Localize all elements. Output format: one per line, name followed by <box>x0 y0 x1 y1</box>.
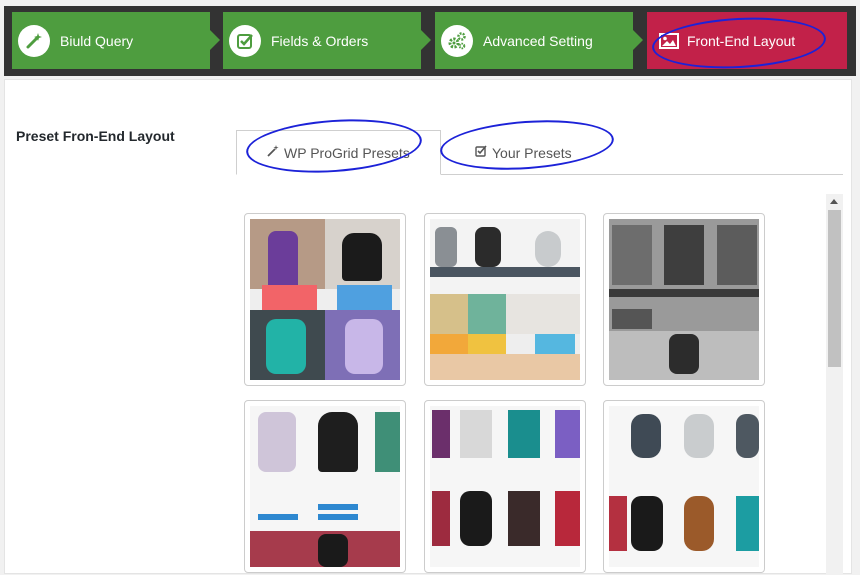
image-icon <box>659 32 679 49</box>
preset-card[interactable] <box>424 213 586 386</box>
step-label: Advanced Setting <box>483 32 593 49</box>
step-label: Front-End Layout <box>687 32 796 49</box>
step-front-end-layout[interactable]: Front-End Layout <box>647 12 847 69</box>
step-advanced-setting[interactable]: Advanced Setting <box>435 12 643 69</box>
preset-thumbnail <box>609 406 759 567</box>
scroll-up-arrow[interactable] <box>830 199 838 204</box>
app-frame: Biuld Query Fields & Orders Advanced Set… <box>0 0 860 575</box>
preset-thumbnail <box>250 219 400 380</box>
step-fields-orders[interactable]: Fields & Orders <box>223 12 431 69</box>
wizard-bar: Biuld Query Fields & Orders Advanced Set… <box>4 6 856 76</box>
tab-label: WP ProGrid Presets <box>284 144 410 161</box>
tab-label: Your Presets <box>492 144 572 161</box>
tab-your-presets[interactable]: Your Presets <box>441 130 631 175</box>
scroll-thumb[interactable] <box>828 210 841 367</box>
step-label: Biuld Query <box>60 32 134 49</box>
preset-scrollbar[interactable] <box>826 194 843 575</box>
preset-layout-label: Preset Fron-End Layout <box>16 128 175 144</box>
step-arrow <box>421 30 431 50</box>
wand-icon <box>18 24 50 57</box>
step-arrow <box>210 30 220 50</box>
settings-panel: Preset Fron-End Layout WP ProGrid Preset… <box>4 79 852 575</box>
wand-icon <box>267 145 279 160</box>
tab-wp-progrid-presets[interactable]: WP ProGrid Presets <box>236 130 441 175</box>
checkbox-icon <box>475 145 487 160</box>
step-build-query[interactable]: Biuld Query <box>12 12 220 69</box>
preset-card[interactable] <box>244 400 406 573</box>
preset-thumbnail <box>430 219 580 380</box>
preset-card[interactable] <box>603 213 765 386</box>
preset-thumbnail <box>609 219 759 380</box>
preset-thumbnail <box>250 406 400 567</box>
step-label: Fields & Orders <box>271 32 369 49</box>
gears-icon <box>441 24 473 57</box>
preset-card[interactable] <box>244 213 406 386</box>
step-arrow <box>633 30 643 50</box>
preset-card[interactable] <box>603 400 765 573</box>
preset-thumbnail <box>430 406 580 567</box>
preset-tabs: WP ProGrid Presets Your Presets <box>236 130 843 175</box>
checkbox-icon <box>229 24 261 57</box>
preset-card[interactable] <box>424 400 586 573</box>
